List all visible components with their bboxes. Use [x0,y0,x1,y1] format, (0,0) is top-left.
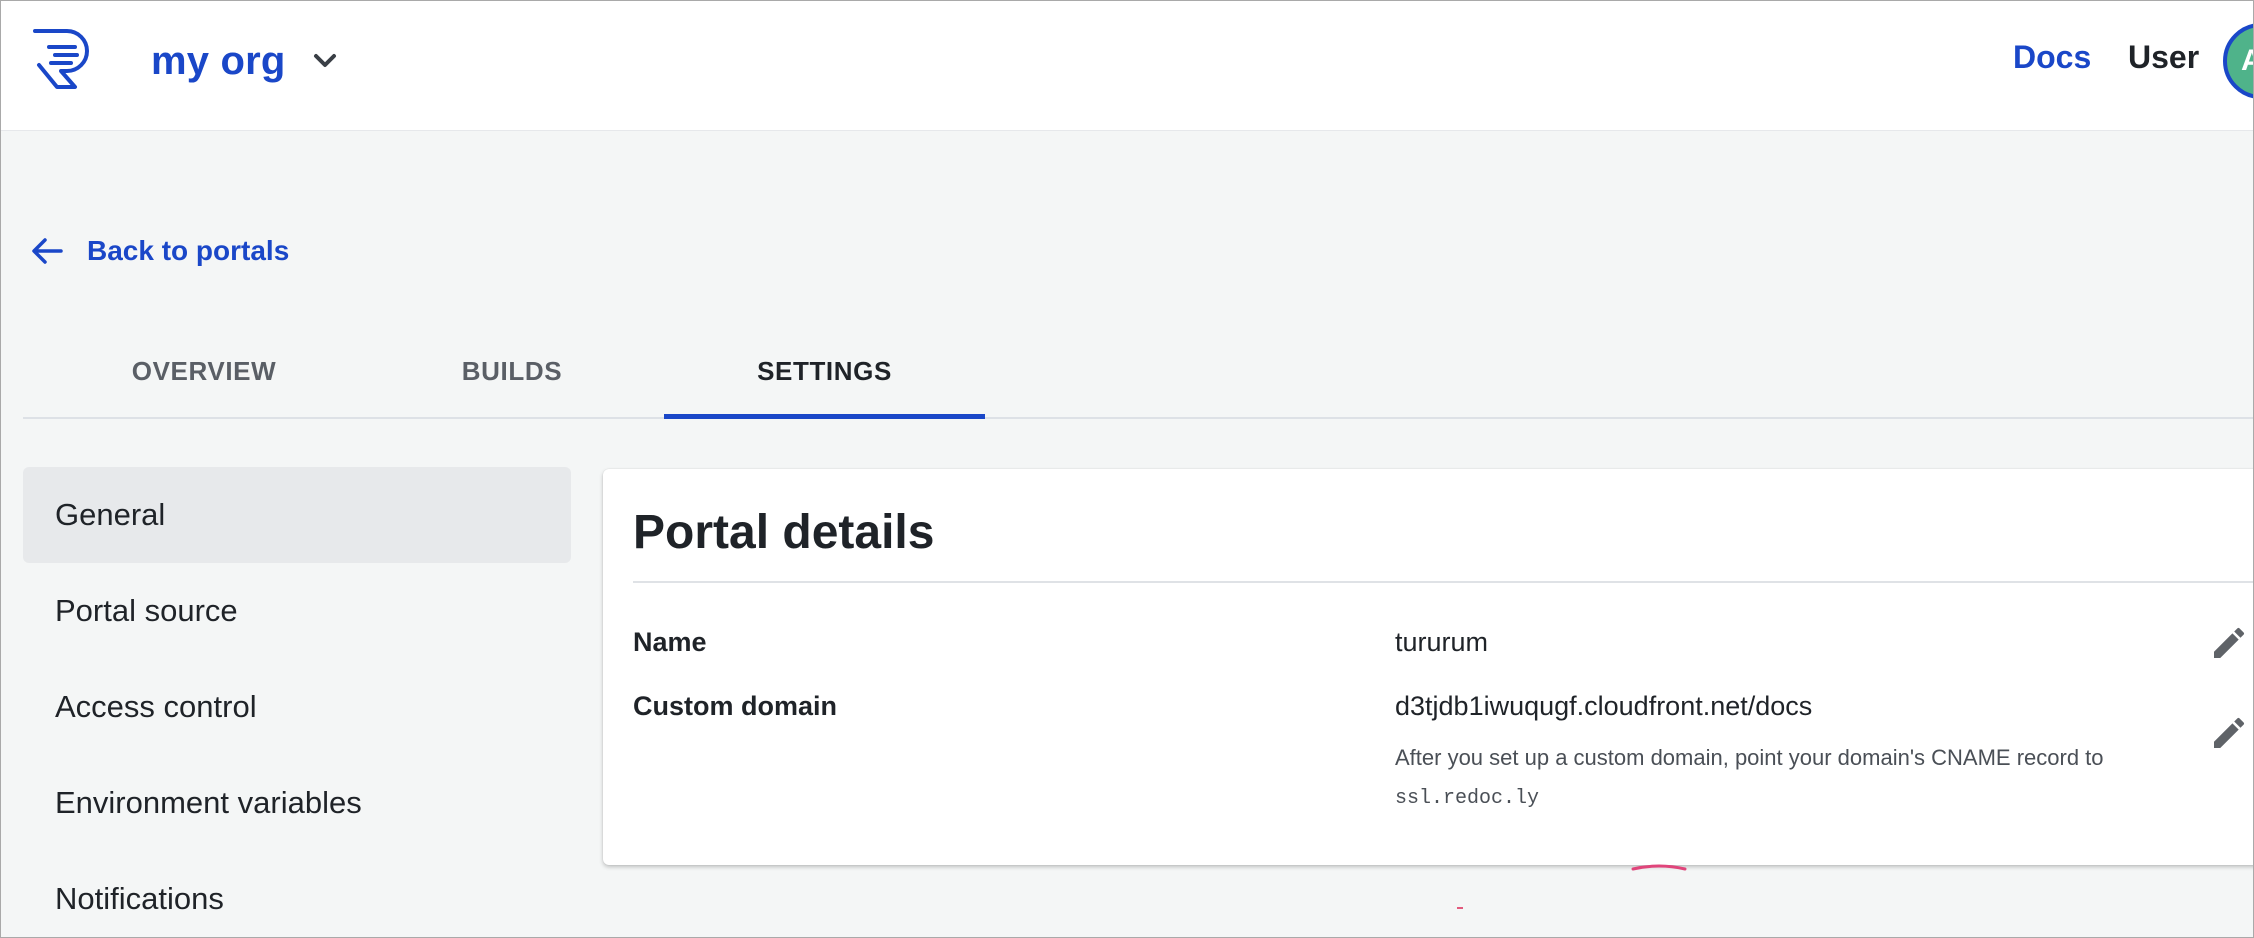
sidebar-item-portal-source[interactable]: Portal source [23,563,571,659]
custom-domain-value: d3tjdb1iwuqugf.cloudfront.net/docs [1395,691,1813,721]
sidebar-item-access-control[interactable]: Access control [23,659,571,755]
tab-builds[interactable]: BUILDS [395,331,629,419]
sidebar-item-notifications[interactable]: Notifications [23,851,571,937]
name-label: Name [633,627,707,657]
name-value: tururum [1395,627,1489,657]
custom-domain-label: Custom domain [633,691,838,721]
avatar[interactable]: A [2223,23,2253,99]
top-navbar: my org Docs User A [1,1,2253,131]
tab-bar: OVERVIEW BUILDS SETTINGS [23,331,2253,419]
tab-settings[interactable]: SETTINGS [664,331,985,419]
portal-details-card: Portal details Name tururum Custom domai… [603,469,2253,865]
sidebar-item-environment-variables[interactable]: Environment variables [23,755,571,851]
org-switcher[interactable]: my org [151,31,340,91]
redocly-logo-icon[interactable] [31,25,97,93]
edit-domain-pencil-icon[interactable] [2209,713,2249,753]
decorative-dot [1457,907,1463,909]
sidebar-item-general[interactable]: General [23,467,571,563]
tab-overview[interactable]: OVERVIEW [87,331,321,419]
back-link-label: Back to portals [87,235,290,266]
page: my org Docs User A Back to portals OVERV… [0,0,2254,938]
user-menu[interactable]: User [2128,39,2199,76]
chevron-down-icon [313,54,336,67]
cname-target: ssl.redoc.ly [1395,787,1540,810]
divider [633,581,2253,583]
custom-domain-hint: After you set up a custom domain, point … [1395,745,2104,770]
back-to-portals-link[interactable]: Back to portals [29,229,289,273]
edit-name-pencil-icon[interactable] [2209,623,2249,663]
docs-link[interactable]: Docs [2013,39,2091,76]
arrow-left-icon [32,238,63,264]
org-name: my org [151,38,286,83]
settings-sidebar: General Portal source Access control Env… [23,467,571,937]
decorative-mark [1631,864,1687,871]
panel-title: Portal details [633,506,935,559]
